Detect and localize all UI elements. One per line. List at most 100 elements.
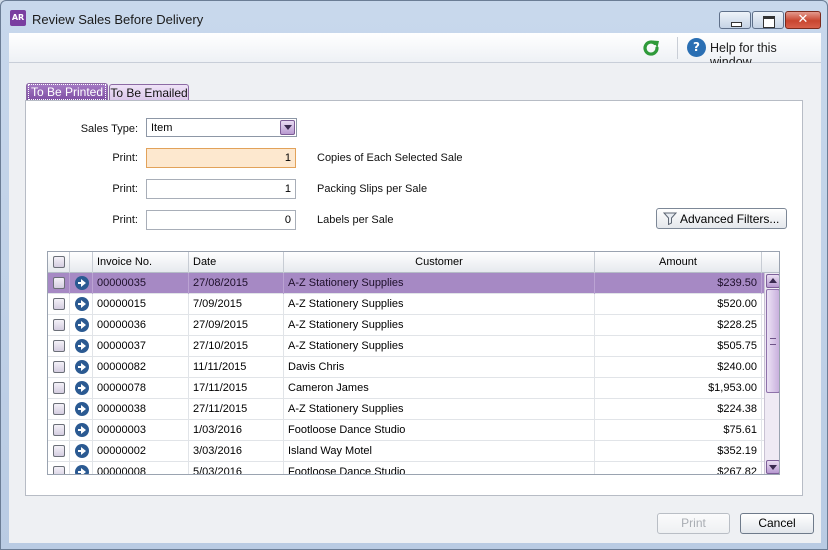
column-header-amount[interactable]: Amount	[595, 252, 762, 273]
row-checkbox[interactable]	[53, 445, 65, 457]
row-checkbox[interactable]	[53, 277, 65, 289]
help-icon[interactable]: ?	[687, 38, 706, 57]
scroll-thumb[interactable]	[766, 289, 779, 393]
print-packing-label: Print:	[112, 183, 138, 195]
cell-invoice: 00000002	[93, 441, 189, 462]
maximize-icon	[753, 12, 783, 28]
advanced-filters-label: Advanced Filters...	[680, 212, 780, 226]
table-row[interactable]: 00000038 27/11/2015 A-Z Stationery Supplie…	[48, 399, 764, 420]
sales-type-select[interactable]: Item	[146, 118, 297, 137]
cell-invoice: 00000037	[93, 336, 189, 357]
labels-input[interactable]: 0	[146, 210, 296, 230]
cell-date: 11/11/2015	[189, 357, 284, 378]
cell-date: 7/09/2015	[189, 294, 284, 315]
cell-date: 27/08/2015	[189, 273, 284, 294]
open-sale-arrow-icon[interactable]	[75, 444, 89, 458]
cell-customer: Island Way Motel	[284, 441, 595, 462]
packing-slips-input[interactable]: 1	[146, 179, 296, 199]
scroll-up-icon[interactable]	[766, 274, 779, 288]
table-row[interactable]: 00000082 11/11/2015 Davis Chris $240.00	[48, 357, 764, 378]
cell-customer: Davis Chris	[284, 357, 595, 378]
row-checkbox-cell	[48, 336, 70, 357]
cell-date: 1/03/2016	[189, 420, 284, 441]
row-checkbox[interactable]	[53, 424, 65, 436]
column-header-invoice[interactable]: Invoice No.	[93, 252, 189, 273]
table-row[interactable]: 00000036 27/09/2015 A-Z Stationery Supplie…	[48, 315, 764, 336]
table-row[interactable]: 00000015 7/09/2015 A-Z Stationery Supplies…	[48, 294, 764, 315]
copies-description: Copies of Each Selected Sale	[317, 152, 463, 164]
row-checkbox[interactable]	[53, 319, 65, 331]
cell-customer: A-Z Stationery Supplies	[284, 399, 595, 420]
open-sale-arrow-icon[interactable]	[75, 276, 89, 290]
cell-invoice: 00000036	[93, 315, 189, 336]
open-sale-arrow-icon[interactable]	[75, 360, 89, 374]
packing-slips-description: Packing Slips per Sale	[317, 183, 428, 195]
row-checkbox[interactable]	[53, 403, 65, 415]
row-checkbox[interactable]	[53, 466, 65, 474]
row-checkbox[interactable]	[53, 382, 65, 394]
print-copies-label: Print:	[112, 152, 138, 164]
content-area: To Be Printed To Be Emailed Sales Type: …	[9, 63, 821, 543]
row-checkbox-cell	[48, 399, 70, 420]
open-sale-arrow-icon[interactable]	[75, 381, 89, 395]
column-header-date[interactable]: Date	[189, 252, 284, 273]
table-row[interactable]: 00000008 5/03/2016 Footloose Dance Studio $…	[48, 462, 764, 474]
title-bar: AR Review Sales Before Delivery ✕	[1, 1, 827, 33]
cell-customer: Footloose Dance Studio	[284, 462, 595, 474]
table-row[interactable]: 00000003 1/03/2016 Footloose Dance Studio $…	[48, 420, 764, 441]
maximize-button[interactable]	[752, 11, 784, 29]
cell-amount: $239.50	[595, 273, 762, 294]
cell-amount: $75.61	[595, 420, 762, 441]
table-row[interactable]: 00000037 27/10/2015 A-Z Stationery Supplie…	[48, 336, 764, 357]
cell-amount: $520.00	[595, 294, 762, 315]
tab-label: To Be Printed	[27, 84, 107, 100]
cell-customer: A-Z Stationery Supplies	[284, 273, 595, 294]
table-row[interactable]: 00000078 17/11/2015 Cameron James $1,953.00	[48, 378, 764, 399]
cell-customer: Cameron James	[284, 378, 595, 399]
print-labels-label: Print:	[112, 214, 138, 226]
toolbar: ? Help for this window	[9, 33, 821, 69]
minimize-button[interactable]	[719, 11, 751, 29]
row-checkbox-cell	[48, 441, 70, 462]
app-window: AR Review Sales Before Delivery ✕ ? Help…	[0, 0, 828, 550]
minimize-icon	[720, 12, 750, 28]
cell-date: 5/03/2016	[189, 462, 284, 474]
row-checkbox-cell	[48, 357, 70, 378]
cell-customer: A-Z Stationery Supplies	[284, 294, 595, 315]
open-sale-arrow-icon[interactable]	[75, 402, 89, 416]
row-checkbox[interactable]	[53, 298, 65, 310]
close-icon: ✕	[797, 12, 809, 27]
cell-customer: A-Z Stationery Supplies	[284, 315, 595, 336]
print-button[interactable]: Print	[657, 513, 730, 534]
scroll-down-icon[interactable]	[766, 460, 779, 474]
open-sale-arrow-icon[interactable]	[75, 465, 89, 474]
row-checkbox-cell	[48, 315, 70, 336]
cell-amount: $224.38	[595, 399, 762, 420]
refresh-icon[interactable]	[640, 37, 662, 59]
row-checkbox[interactable]	[53, 340, 65, 352]
select-all-checkbox[interactable]	[53, 256, 65, 268]
copies-input[interactable]: 1	[146, 148, 296, 168]
open-sale-arrow-icon[interactable]	[75, 297, 89, 311]
row-checkbox-cell	[48, 420, 70, 441]
open-sale-arrow-icon[interactable]	[75, 339, 89, 353]
cell-invoice: 00000003	[93, 420, 189, 441]
column-header-customer[interactable]: Customer	[284, 252, 595, 273]
vertical-scrollbar[interactable]	[764, 273, 779, 474]
cancel-button[interactable]: Cancel	[740, 513, 814, 534]
row-checkbox-cell	[48, 462, 70, 474]
close-button[interactable]: ✕	[785, 11, 821, 29]
open-sale-arrow-icon[interactable]	[75, 423, 89, 437]
cell-invoice: 00000038	[93, 399, 189, 420]
table-row[interactable]: 00000002 3/03/2016 Island Way Motel $352.19	[48, 441, 764, 462]
row-checkbox-cell	[48, 378, 70, 399]
row-checkbox-cell	[48, 294, 70, 315]
cell-amount: $228.25	[595, 315, 762, 336]
filter-icon	[663, 212, 677, 225]
open-sale-arrow-icon[interactable]	[75, 318, 89, 332]
chevron-down-icon[interactable]	[280, 120, 295, 135]
row-checkbox[interactable]	[53, 361, 65, 373]
table-row[interactable]: 00000035 27/08/2015 A-Z Stationery Supplie…	[48, 273, 764, 294]
labels-description: Labels per Sale	[317, 214, 394, 226]
advanced-filters-button[interactable]: Advanced Filters...	[656, 208, 787, 229]
